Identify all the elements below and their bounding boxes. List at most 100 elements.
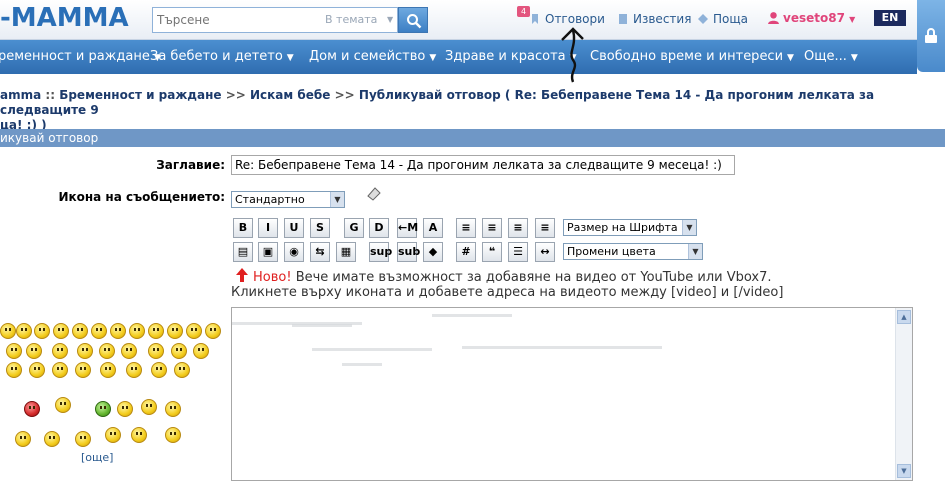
smiley-icon[interactable] <box>77 343 93 359</box>
smiley-icon[interactable] <box>110 323 126 339</box>
site-logo[interactable]: -MAMMA <box>0 3 129 33</box>
icon-select[interactable]: Стандартно ▼ <box>231 191 345 208</box>
smiley-icon[interactable] <box>148 323 164 339</box>
format-button-7[interactable]: A <box>423 218 443 238</box>
news-link[interactable]: Известия <box>617 12 691 26</box>
insert-button-4[interactable]: ▦ <box>336 242 356 262</box>
format-button-4[interactable]: G <box>344 218 364 238</box>
nav-item-leisure[interactable]: Свободно време и интереси ▼ <box>590 49 794 64</box>
insert-button-1[interactable]: ▣ <box>258 242 278 262</box>
format-button-3[interactable]: S <box>310 218 330 238</box>
smiley-icon[interactable] <box>131 427 147 443</box>
user-icon <box>768 12 779 24</box>
smiley-icon[interactable] <box>148 343 164 359</box>
breadcrumb-forum[interactable]: Бременност и раждане <box>59 88 221 102</box>
title-field[interactable]: Re: Бебеправене Тема 14 - Да прогоним ле… <box>231 155 735 175</box>
breadcrumb-home[interactable]: amma <box>0 88 41 102</box>
smiley-icon[interactable] <box>99 343 115 359</box>
scroll-up-icon[interactable]: ▲ <box>897 310 911 324</box>
smiley-icon[interactable] <box>165 401 181 417</box>
message-textarea[interactable]: ▲ ▼ <box>231 307 913 481</box>
smiley-icon[interactable] <box>26 343 42 359</box>
font-color-select[interactable]: Промени цвета ▼ <box>563 243 703 260</box>
smiley-icon[interactable] <box>34 323 50 339</box>
envelope-icon <box>698 14 708 24</box>
nav-item-baby[interactable]: За бебето и детето ▼ <box>150 49 294 64</box>
format-button-10[interactable]: ≡ <box>508 218 528 238</box>
insert-button-11[interactable]: ↔ <box>535 242 555 262</box>
smiley-icon[interactable] <box>0 323 16 339</box>
icon-label: Икона на съобщението: <box>58 190 225 204</box>
smiley-icon[interactable] <box>24 401 40 417</box>
format-button-8[interactable]: ≡ <box>456 218 476 238</box>
user-menu[interactable]: veseto87 ▼ <box>767 11 855 25</box>
smiley-icon[interactable] <box>129 323 145 339</box>
insert-button-9[interactable]: ❝ <box>482 242 502 262</box>
insert-button-7[interactable]: ◆ <box>423 242 443 262</box>
format-button-0[interactable]: B <box>233 218 253 238</box>
mail-link[interactable]: Поща <box>697 12 748 26</box>
smiley-icon[interactable] <box>75 431 91 447</box>
textarea-scrollbar[interactable]: ▲ ▼ <box>895 308 912 480</box>
side-tab[interactable] <box>917 0 945 72</box>
smiley-icon[interactable] <box>95 401 111 417</box>
nav-item-pregnancy[interactable]: ременност и раждане ▼ <box>0 49 161 64</box>
smiley-icon[interactable] <box>117 401 133 417</box>
nav-item-home[interactable]: Дом и семейство ▼ <box>309 49 436 64</box>
insert-button-2[interactable]: ◉ <box>284 242 304 262</box>
format-button-6[interactable]: ←M <box>397 218 418 238</box>
nav-item-more[interactable]: Още... ▼ <box>804 49 858 64</box>
smiley-icon[interactable] <box>100 362 116 378</box>
breadcrumb-subforum[interactable]: Искам бебе <box>250 88 330 102</box>
smiley-icon[interactable] <box>91 323 107 339</box>
smiley-icon[interactable] <box>121 343 137 359</box>
chevron-down-icon[interactable]: ▼ <box>387 15 393 24</box>
smiley-icon[interactable] <box>6 362 22 378</box>
smiley-icon[interactable] <box>72 323 88 339</box>
smiley-icon[interactable] <box>29 362 45 378</box>
smiley-icon[interactable] <box>165 427 181 443</box>
section-title: икувай отговор <box>0 129 945 147</box>
smiley-icon[interactable] <box>205 323 221 339</box>
more-smilies-link[interactable]: [още] <box>81 451 113 464</box>
smiley-icon[interactable] <box>126 362 142 378</box>
search-button[interactable] <box>398 7 428 33</box>
chevron-down-icon: ▼ <box>286 53 294 63</box>
smiley-icon[interactable] <box>16 323 32 339</box>
insert-button-6[interactable]: sub <box>397 242 420 262</box>
smiley-icon[interactable] <box>151 362 167 378</box>
format-button-1[interactable]: I <box>258 218 278 238</box>
blurred-text <box>462 346 662 349</box>
insert-button-5[interactable]: sup <box>369 242 392 262</box>
smiley-icon[interactable] <box>52 362 68 378</box>
smiley-icon[interactable] <box>186 323 202 339</box>
smiley-icon[interactable] <box>171 343 187 359</box>
insert-button-8[interactable]: # <box>456 242 476 262</box>
smiley-icon[interactable] <box>55 397 71 413</box>
smiley-icon[interactable] <box>53 323 69 339</box>
search-input[interactable] <box>157 12 317 28</box>
smiley-icon[interactable] <box>174 362 190 378</box>
smiley-icon[interactable] <box>75 362 91 378</box>
smiley-icon[interactable] <box>167 323 183 339</box>
format-button-11[interactable]: ≡ <box>535 218 555 238</box>
format-button-2[interactable]: U <box>284 218 304 238</box>
smiley-icon[interactable] <box>105 427 121 443</box>
scroll-down-icon[interactable]: ▼ <box>897 464 911 478</box>
top-header: -MAMMA В темата ▼ 4 Отговори Известия По… <box>0 0 945 40</box>
smiley-icon[interactable] <box>141 399 157 415</box>
insert-button-10[interactable]: ☰ <box>508 242 528 262</box>
language-switch[interactable]: EN <box>874 10 906 26</box>
font-size-select[interactable]: Размер на Шрифта ▼ <box>563 219 697 236</box>
insert-button-0[interactable]: ▤ <box>233 242 253 262</box>
smiley-icon[interactable] <box>193 343 209 359</box>
smiley-icon[interactable] <box>52 343 68 359</box>
smiley-icon[interactable] <box>15 431 31 447</box>
search-scope-select[interactable]: В темата <box>325 13 377 26</box>
format-button-5[interactable]: D <box>369 218 389 238</box>
format-button-9[interactable]: ≡ <box>482 218 502 238</box>
smiley-icon[interactable] <box>44 431 60 447</box>
smiley-icon[interactable] <box>6 343 22 359</box>
insert-button-3[interactable]: ⇆ <box>310 242 330 262</box>
notice-new: Ново! <box>253 270 292 285</box>
